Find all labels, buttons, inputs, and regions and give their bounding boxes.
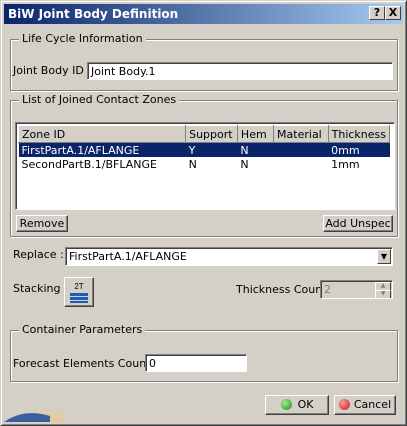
add-unspec-button[interactable]: Add Unspec (323, 215, 393, 232)
lifecycle-group-label: Life Cycle Information (19, 32, 146, 45)
cell-hem: N (240, 157, 249, 171)
stacking-icon: 2T (70, 282, 88, 303)
title-bar[interactable]: BiW Joint Body Definition ? X (4, 4, 403, 24)
cancel-button[interactable]: Cancel (334, 395, 396, 415)
cell-zone-id: FirstPartA.1/AFLANGE (18, 142, 186, 157)
table-row[interactable]: FirstPartA.1/AFLANGE Y N 0mm (18, 142, 390, 157)
column-header-hem[interactable]: Hem (236, 125, 275, 143)
chevron-down-icon[interactable]: ▼ (377, 249, 391, 264)
cell-thickness: 1mm (331, 157, 360, 171)
cell-zone-id: SecondPartB.1/BFLANGE (21, 157, 157, 171)
catia-logo-icon (4, 404, 64, 422)
window-title: BiW Joint Body Definition (8, 7, 179, 21)
cell-support: Y (185, 142, 238, 157)
table-row[interactable]: SecondPartB.1/BFLANGE N N 1mm (19, 157, 390, 171)
thickness-count-value: 2 (324, 283, 331, 296)
column-header-thickness[interactable]: Thickness (327, 125, 391, 143)
cancel-label: Cancel (353, 398, 392, 411)
cell-thickness: 0mm (328, 142, 390, 157)
contact-zones-group-label: List of Joined Contact Zones (19, 93, 180, 106)
replace-combo-value: FirstPartA.1/AFLANGE (69, 250, 187, 263)
help-button[interactable]: ? (369, 6, 385, 20)
cancel-icon (338, 399, 350, 410)
forecast-elements-label: Forecast Elements Count : (13, 357, 158, 370)
replace-label: Replace : (13, 248, 64, 261)
cell-hem: N (237, 142, 274, 157)
table-header-row: Zone ID Support Hem Material Thickness (17, 125, 391, 143)
joint-body-id-label: Joint Body ID : (13, 64, 91, 77)
thickness-count-spinner[interactable]: 2 ▲ ▼ (320, 280, 393, 299)
column-header-support[interactable]: Support (185, 125, 238, 143)
dialog-window: BiW Joint Body Definition ? X Life Cycle… (0, 0, 407, 426)
column-header-material[interactable]: Material (273, 125, 329, 143)
forecast-elements-input[interactable]: 0 (145, 354, 247, 372)
stacking-icon-text: 2T (74, 282, 83, 291)
cell-support: N (188, 157, 197, 171)
stacking-label: Stacking : (13, 282, 68, 295)
cell-material (273, 142, 329, 157)
cell-material (274, 157, 329, 171)
stacking-button[interactable]: 2T (64, 277, 94, 307)
replace-combo[interactable]: FirstPartA.1/AFLANGE ▼ (65, 247, 393, 266)
ok-button[interactable]: OK (265, 395, 329, 415)
spin-down-icon[interactable]: ▼ (375, 290, 391, 298)
joint-body-id-input[interactable]: Joint Body.1 (87, 62, 393, 80)
close-button[interactable]: X (385, 6, 401, 20)
container-group-label: Container Parameters (19, 323, 146, 336)
ok-label: OK (297, 398, 314, 411)
ok-icon (280, 399, 292, 410)
remove-button[interactable]: Remove (16, 215, 68, 232)
contact-zones-table: Zone ID Support Hem Material Thickness F… (17, 125, 391, 171)
thickness-count-label: Thickness Count: (236, 283, 331, 296)
column-header-zone-id[interactable]: Zone ID (17, 125, 187, 143)
